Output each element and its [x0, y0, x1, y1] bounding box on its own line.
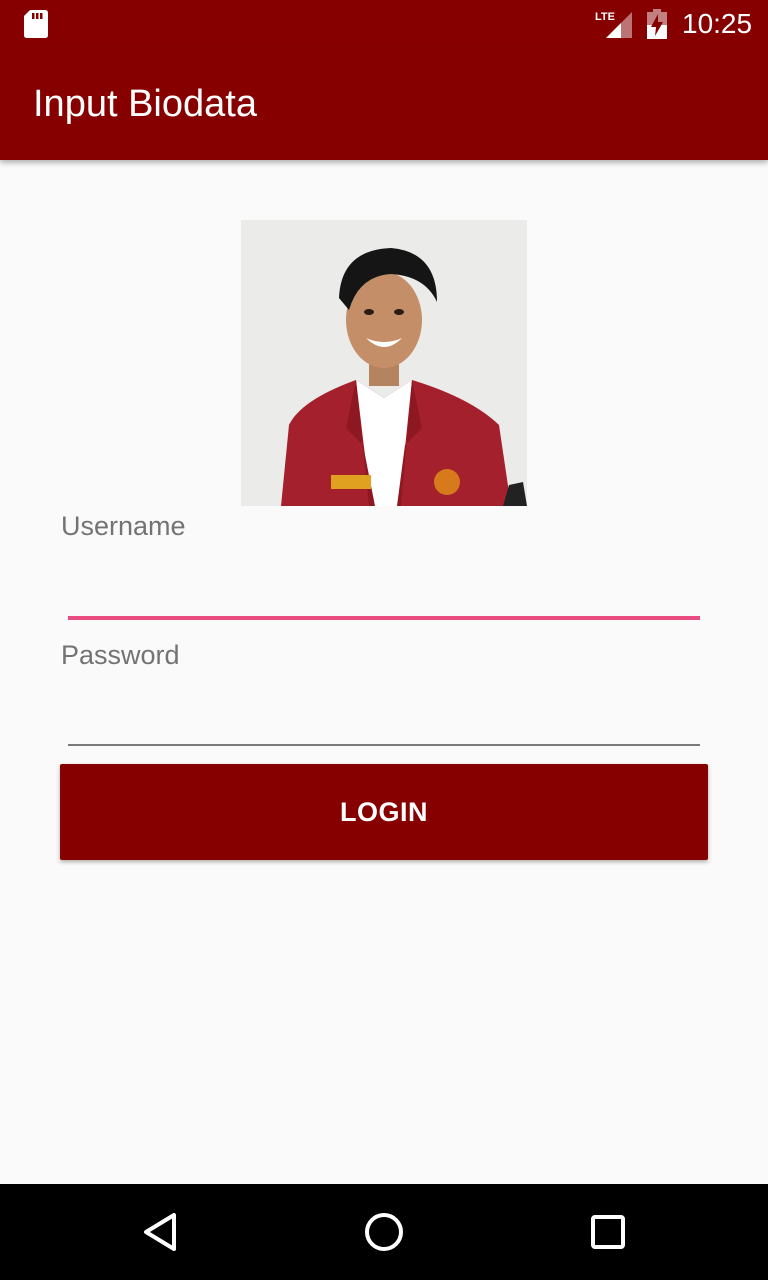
sd-card-icon [24, 10, 48, 38]
lte-label: LTE [595, 11, 615, 23]
lte-signal-icon: LTE [595, 11, 632, 38]
app-title: Input Biodata [33, 83, 257, 125]
app-bar: Input Biodata [0, 48, 768, 160]
status-clock: 10:25 [682, 8, 753, 39]
profile-photo-illustration [241, 220, 527, 506]
status-bar: LTE 10:25 [0, 0, 768, 48]
login-button[interactable]: LOGIN [60, 764, 708, 860]
recents-icon[interactable] [584, 1208, 632, 1256]
back-icon[interactable] [136, 1208, 184, 1256]
password-label: Password [61, 640, 180, 670]
home-icon[interactable] [360, 1208, 408, 1256]
password-input[interactable] [68, 700, 700, 746]
username-label: Username [61, 511, 186, 541]
battery-charging-icon [647, 9, 667, 39]
username-input[interactable] [68, 572, 700, 620]
profile-photo [241, 220, 527, 506]
navigation-bar [0, 1184, 768, 1280]
